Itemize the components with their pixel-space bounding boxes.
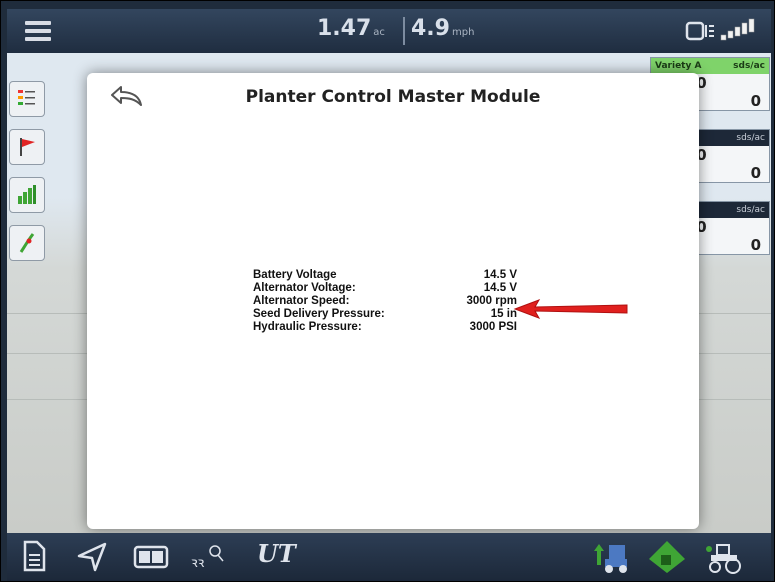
menu-icon[interactable] xyxy=(15,15,61,47)
field-icon xyxy=(649,541,685,573)
split-screen-button[interactable] xyxy=(133,539,171,575)
flag-button[interactable] xyxy=(9,129,45,165)
variety-name: Variety A xyxy=(655,61,702,71)
guidance-icon xyxy=(19,233,35,253)
rate-unit: sds/ac xyxy=(736,205,765,215)
diagnostic-row: Battery Voltage 14.5 V xyxy=(253,269,517,282)
diagnostic-row: Seed Delivery Pressure: 15 in xyxy=(253,308,517,321)
area-value: 1.47 xyxy=(317,16,372,41)
diagnostic-label: Alternator Voltage: xyxy=(253,282,356,294)
module-dialog: Planter Control Master Module Battery Vo… xyxy=(87,73,699,529)
guidance-button[interactable] xyxy=(9,225,45,261)
implement-icon xyxy=(594,544,627,573)
gps-signal-icon xyxy=(685,18,755,41)
speed-readout: 4.9 mph xyxy=(411,16,474,41)
red-arrow-icon xyxy=(513,299,628,319)
chart-button[interactable] xyxy=(9,177,45,213)
dialog-header: Planter Control Master Module xyxy=(87,73,699,121)
screen-frame: 1.47 ac 4.9 mph Variety A sds/ac 0 sds/a… xyxy=(0,0,775,582)
ut-label: UT xyxy=(257,539,296,568)
navigation-button[interactable] xyxy=(75,539,113,575)
tractor-implement-button[interactable] xyxy=(591,539,629,575)
rate-unit: sds/ac xyxy=(733,61,765,71)
speed-unit: mph xyxy=(451,27,475,38)
rate-unit: sds/ac xyxy=(736,133,765,143)
area-readout: 1.47 ac xyxy=(317,16,385,41)
area-unit: ac xyxy=(373,27,385,38)
bar-chart-icon xyxy=(18,185,36,204)
navigation-arrow-icon xyxy=(77,542,107,572)
diagnostic-row: Hydraulic Pressure: 3000 PSI xyxy=(253,321,517,334)
speed-value: 4.9 xyxy=(411,16,450,41)
machine-button[interactable] xyxy=(703,539,741,575)
diagnostic-value: 3000 rpm xyxy=(466,295,517,307)
rate-panel-header: Variety A sds/ac xyxy=(651,58,769,74)
diagnostic-row: Alternator Speed: 3000 rpm xyxy=(253,295,517,308)
field-operations-button[interactable]: ꝛꝛ xyxy=(189,539,227,575)
seeds-icon: ꝛꝛ xyxy=(191,545,224,571)
document-icon xyxy=(23,540,46,572)
tractor-icon xyxy=(706,544,741,574)
diagnostic-value: 3000 PSI xyxy=(469,321,517,333)
diagnostic-label: Alternator Speed: xyxy=(253,295,350,307)
legend-icon xyxy=(18,90,35,105)
dialog-title: Planter Control Master Module xyxy=(245,87,541,107)
svg-text:ꝛꝛ: ꝛꝛ xyxy=(191,555,205,571)
diagnostic-row: Alternator Voltage: 14.5 V xyxy=(253,282,517,295)
status-bar: 1.47 ac 4.9 mph xyxy=(7,9,771,53)
field-button[interactable] xyxy=(647,539,685,575)
readout-divider xyxy=(403,17,405,45)
flag-icon xyxy=(20,138,35,156)
bottom-toolbar: ꝛꝛ UT xyxy=(7,533,771,581)
gps-status[interactable] xyxy=(683,17,763,47)
diagnostic-label: Seed Delivery Pressure: xyxy=(253,308,385,320)
document-button[interactable] xyxy=(19,539,57,575)
diagnostic-value: 14.5 V xyxy=(483,282,517,294)
diagnostic-label: Hydraulic Pressure: xyxy=(253,321,362,333)
diagnostic-value: 14.5 V xyxy=(483,269,517,281)
split-screen-icon xyxy=(133,545,169,569)
map-layers-button[interactable] xyxy=(9,81,45,117)
diagnostic-label: Battery Voltage xyxy=(253,269,337,281)
universal-terminal-button[interactable]: UT xyxy=(253,539,296,575)
diagnostics-list: Battery Voltage 14.5 V Alternator Voltage… xyxy=(253,269,517,334)
